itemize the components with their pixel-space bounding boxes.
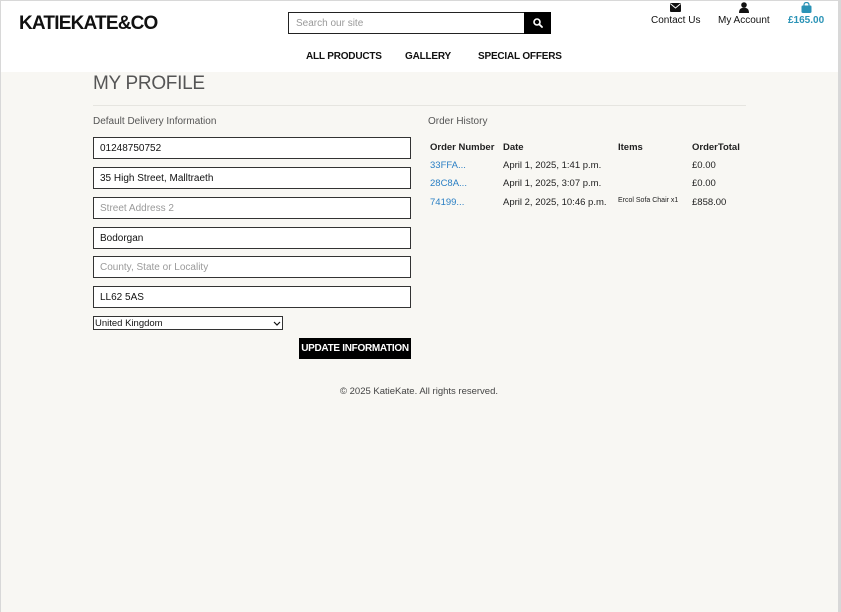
nav-all-products[interactable]: ALL PRODUCTS — [306, 51, 382, 62]
order-total: £858.00 — [692, 197, 727, 208]
order-number-link[interactable]: 33FFA... — [430, 160, 466, 171]
search-icon — [532, 18, 543, 28]
site-logo[interactable]: KATIEKATE&CO — [19, 13, 158, 35]
town-or-city-field[interactable] — [93, 227, 411, 249]
column-header-items: Items — [618, 142, 643, 153]
site-footer: © 2025 KatieKate. All rights reserved. — [339, 386, 499, 397]
account-link[interactable]: My Account — [718, 1, 770, 26]
order-number-link[interactable]: 74199... — [430, 197, 464, 208]
country-select[interactable]: United Kingdom — [93, 316, 283, 330]
envelope-icon — [670, 3, 682, 12]
contact-link[interactable]: Contact Us — [651, 1, 700, 26]
street-address-1-field[interactable] — [93, 167, 411, 189]
search-input[interactable] — [288, 12, 524, 34]
column-header-order-total: OrderTotal — [692, 142, 740, 153]
order-items: Ercol Sofa Chair x1 — [618, 197, 679, 204]
column-header-date: Date — [503, 142, 524, 153]
nav-special-offers[interactable]: SPECIAL OFFERS — [478, 51, 562, 62]
update-information-button[interactable]: UPDATE INFORMATION — [299, 338, 411, 359]
column-header-order-number: Order Number — [430, 142, 495, 153]
contact-label: Contact Us — [651, 15, 701, 26]
order-total: £0.00 — [692, 178, 716, 189]
order-number-link[interactable]: 28C8A... — [430, 178, 467, 189]
cart-total: £165.00 — [788, 15, 825, 26]
account-label: My Account — [718, 15, 770, 26]
county-field[interactable] — [93, 256, 411, 278]
street-address-2-field[interactable] — [93, 197, 411, 219]
order-date: April 1, 2025, 3:07 p.m. — [503, 178, 602, 189]
phone-number-field[interactable] — [93, 137, 411, 159]
main-nav: ALL PRODUCTS GALLERY SPECIAL OFFERS — [1, 51, 838, 63]
order-history-label: Order History — [428, 116, 488, 127]
chevron-down-icon — [273, 321, 281, 326]
order-date: April 1, 2025, 1:41 p.m. — [503, 160, 602, 171]
delivery-info-label: Default Delivery Information — [93, 116, 217, 127]
site-header: KATIEKATE&CO Contact Us My Account — [1, 1, 838, 72]
search-bar — [288, 12, 551, 34]
shopping-bag-icon — [801, 2, 812, 13]
search-button[interactable] — [524, 12, 551, 34]
order-total: £0.00 — [692, 160, 716, 171]
nav-gallery[interactable]: GALLERY — [405, 51, 451, 62]
user-icon — [738, 2, 749, 13]
postcode-field[interactable] — [93, 286, 411, 308]
country-select-value: United Kingdom — [95, 317, 163, 329]
title-divider — [93, 105, 746, 106]
cart-link[interactable]: £165.00 — [788, 1, 824, 26]
order-date: April 2, 2025, 10:46 p.m. — [503, 197, 607, 208]
page-title: MY PROFILE — [93, 73, 205, 94]
